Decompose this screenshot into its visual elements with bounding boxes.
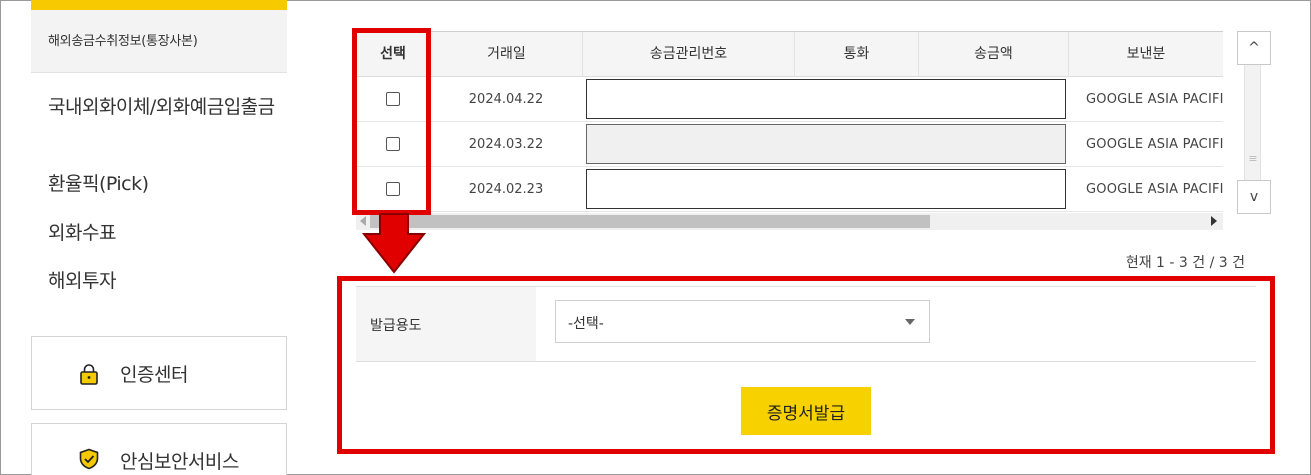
scroll-thumb[interactable] (370, 215, 930, 228)
col-date: 거래일 (430, 32, 582, 77)
sidebar-item-label: 해외송금수취정보(통장사본) (48, 34, 198, 49)
annotation-form-box (337, 276, 1275, 454)
shield-check-icon (79, 448, 99, 470)
table-row: 2024.03.22 GOOGLE ASIA PACIFIC (356, 122, 1223, 167)
sidebar-item-fx-transfer[interactable]: 국내외화이체/외화예금입출금 (48, 94, 288, 120)
col-ref-no: 송금관리번호 (582, 32, 794, 77)
row-sender: GOOGLE ASIA PACIFIC (1086, 182, 1223, 197)
masked-ref-cell (586, 124, 1066, 164)
annotation-select-column-box (352, 28, 431, 215)
annotation-arrow-icon (362, 213, 426, 274)
table-row: 2024.02.23 GOOGLE ASIA PACIFIC (356, 167, 1223, 212)
sidebar-item-remittance-info[interactable]: 해외송금수취정보(통장사본) (31, 10, 287, 73)
sidebar-item-overseas-investment[interactable]: 해외투자 (48, 268, 288, 294)
table-header: 선택 거래일 송금관리번호 통화 송금액 보낸분 (356, 32, 1223, 77)
row-date: 2024.02.23 (468, 182, 544, 197)
security-service-label: 안심보안서비스 (120, 451, 239, 473)
scroll-up-button[interactable]: ^ (1237, 31, 1271, 65)
sidebar-accent-bar (31, 0, 287, 10)
table-row: 2024.04.22 GOOGLE ASIA PACIFIC (356, 77, 1223, 122)
masked-ref-cell (586, 169, 1066, 209)
security-service-card[interactable]: 안심보안서비스 (31, 423, 287, 475)
masked-ref-cell (586, 79, 1066, 119)
col-sender: 보낸분 (1068, 32, 1223, 77)
row-sender: GOOGLE ASIA PACIFIC (1086, 137, 1223, 152)
col-currency: 통화 (794, 32, 918, 77)
lock-icon (80, 364, 98, 385)
row-date: 2024.04.22 (468, 92, 544, 107)
remittance-table: 선택 거래일 송금관리번호 통화 송금액 보낸분 2024.04.22 GOOG… (356, 31, 1223, 213)
auth-center-label: 인증센터 (120, 364, 188, 386)
scroll-grip-icon: ≡ (1248, 152, 1258, 165)
col-amount: 송금액 (918, 32, 1068, 77)
row-date: 2024.03.22 (468, 137, 544, 152)
auth-center-card[interactable]: 인증센터 (31, 336, 287, 410)
sidebar-item-fx-check[interactable]: 외화수표 (48, 220, 288, 246)
sidebar-item-fx-pick[interactable]: 환율픽(Pick) (48, 171, 288, 197)
table-horizontal-scrollbar[interactable] (356, 213, 1223, 230)
scroll-down-button[interactable]: v (1237, 180, 1271, 214)
scroll-right-icon[interactable] (1211, 216, 1217, 226)
result-count: 현재 1 - 3 건 / 3 건 (1125, 255, 1245, 271)
row-sender: GOOGLE ASIA PACIFIC (1086, 92, 1223, 107)
